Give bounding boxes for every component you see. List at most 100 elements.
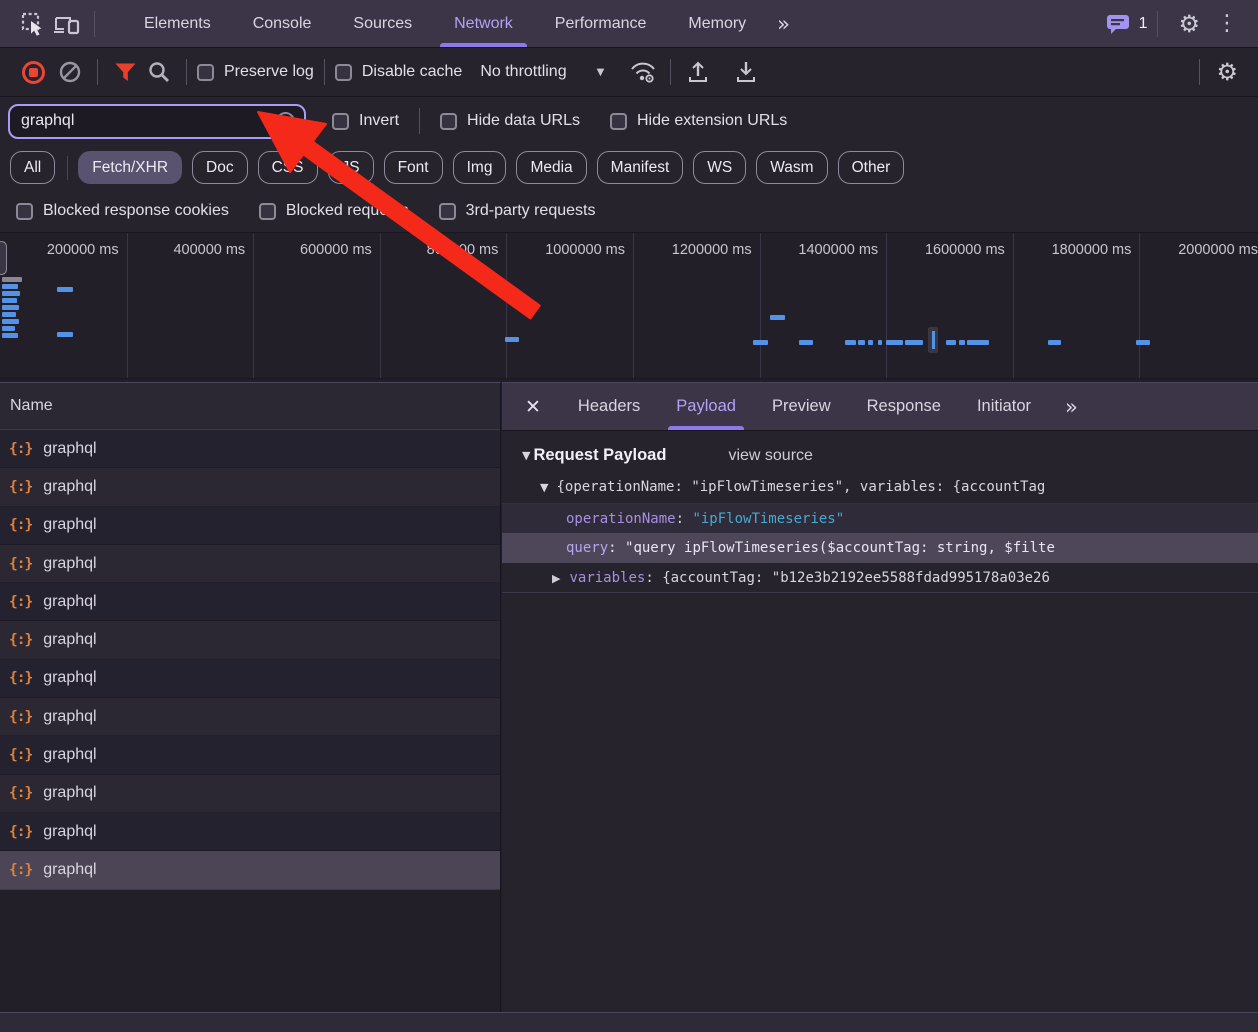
disable-cache-label[interactable]: Disable cache	[362, 63, 463, 81]
filter-chip-wasm[interactable]: Wasm	[756, 151, 827, 184]
preserve-log-checkbox[interactable]	[197, 64, 214, 81]
json-braces-icon: {:}	[9, 479, 32, 495]
tab-network[interactable]: Network	[433, 0, 534, 47]
throttling-dropdown-icon[interactable]: ▼	[597, 67, 605, 78]
blocked-response-cookies-label[interactable]: Blocked response cookies	[43, 202, 229, 220]
filter-chip-media[interactable]: Media	[516, 151, 586, 184]
filter-chip-js[interactable]: JS	[328, 151, 374, 184]
record-network-log-button[interactable]	[22, 61, 45, 84]
search-icon[interactable]	[142, 55, 176, 89]
status-bar	[0, 1012, 1258, 1032]
request-row[interactable]: {:}graphql	[0, 851, 500, 889]
detail-tab-headers[interactable]: Headers	[560, 383, 658, 430]
payload-separator: :	[645, 570, 662, 586]
payload-row-operation-name[interactable]: operationName: "ipFlowTimeseries"	[502, 503, 1258, 533]
request-row[interactable]: {:}graphql	[0, 698, 500, 736]
waterfall-overview[interactable]: 200000 ms400000 ms600000 ms800000 ms1000…	[0, 233, 1258, 379]
payload-key: operationName	[566, 511, 676, 527]
more-panels-icon[interactable]: »	[767, 12, 798, 36]
close-detail-icon[interactable]: ✕	[502, 396, 560, 418]
tab-sources[interactable]: Sources	[332, 0, 433, 47]
network-settings-gear-icon[interactable]: ⚙	[1210, 60, 1244, 84]
divider	[186, 59, 187, 85]
filter-chip-doc[interactable]: Doc	[192, 151, 248, 184]
tab-performance[interactable]: Performance	[534, 0, 668, 47]
request-row[interactable]: {:}graphql	[0, 583, 500, 621]
issues-counter[interactable]: 1	[1106, 13, 1148, 35]
import-har-icon[interactable]	[681, 55, 715, 89]
waterfall-bar	[858, 340, 865, 345]
detail-tab-payload[interactable]: Payload	[658, 383, 754, 430]
timeline-tick-label: 400000 ms	[125, 242, 245, 258]
detail-tabs: HeadersPayloadPreviewResponseInitiator	[560, 383, 1049, 430]
request-row[interactable]: {:}graphql	[0, 621, 500, 659]
filter-input[interactable]	[21, 112, 276, 130]
payload-string-value: "ipFlowTimeseries"	[692, 511, 844, 527]
hide-extension-urls-label[interactable]: Hide extension URLs	[637, 112, 787, 130]
name-column-header[interactable]: Name	[0, 383, 500, 430]
waterfall-bar	[845, 340, 856, 345]
payload-row-variables[interactable]: ▶variables: {accountTag: "b12e3b2192ee55…	[502, 563, 1258, 593]
preserve-log-label[interactable]: Preserve log	[224, 63, 314, 81]
filter-chip-img[interactable]: Img	[453, 151, 507, 184]
tab-memory[interactable]: Memory	[667, 0, 767, 47]
payload-key: query	[566, 540, 608, 556]
request-row[interactable]: {:}graphql	[0, 736, 500, 774]
filter-chip-ws[interactable]: WS	[693, 151, 746, 184]
waterfall-bar	[959, 340, 965, 345]
request-row[interactable]: {:} graphql	[0, 813, 500, 851]
device-toolbar-icon[interactable]	[50, 7, 84, 41]
payload-row-query-selected[interactable]: query: "query ipFlowTimeseries($accountT…	[502, 533, 1258, 563]
more-detail-tabs-icon[interactable]: »	[1055, 395, 1086, 419]
waterfall-bar	[905, 340, 923, 345]
3rd-party-requests-checkbox[interactable]	[439, 203, 456, 220]
request-row[interactable]: {:}graphql	[0, 545, 500, 583]
request-row[interactable]: {:}graphql	[0, 507, 500, 545]
clear-network-log-icon[interactable]	[53, 55, 87, 89]
settings-gear-icon[interactable]: ⚙	[1168, 12, 1210, 36]
blocked-response-cookies-checkbox[interactable]	[16, 203, 33, 220]
disable-cache-checkbox[interactable]	[335, 64, 352, 81]
detail-tab-preview[interactable]: Preview	[754, 383, 849, 430]
request-payload-section-header[interactable]: ▼ Request Payload view source	[502, 431, 1258, 469]
filter-chip-all[interactable]: All	[10, 151, 55, 184]
3rd-party-requests-label[interactable]: 3rd-party requests	[466, 202, 596, 220]
filter-funnel-icon[interactable]	[108, 55, 142, 89]
tab-elements[interactable]: Elements	[123, 0, 232, 47]
divider	[324, 59, 325, 85]
filter-chip-css[interactable]: CSS	[258, 151, 318, 184]
invert-label[interactable]: Invert	[359, 112, 399, 130]
hide-data-urls-label[interactable]: Hide data URLs	[467, 112, 580, 130]
request-name: graphql	[43, 823, 96, 841]
hide-extension-urls-checkbox[interactable]	[610, 113, 627, 130]
json-braces-icon: {:}	[9, 709, 32, 725]
waterfall-bar	[2, 319, 19, 324]
invert-checkbox[interactable]	[332, 113, 349, 130]
request-row[interactable]: {:}graphql	[0, 775, 500, 813]
request-name: graphql	[43, 440, 96, 458]
detail-tab-response[interactable]: Response	[849, 383, 959, 430]
throttling-select[interactable]: No throttling	[480, 63, 566, 81]
filter-chip-font[interactable]: Font	[384, 151, 443, 184]
detail-tab-initiator[interactable]: Initiator	[959, 383, 1049, 430]
blocked-requests-label[interactable]: Blocked requests	[286, 202, 409, 220]
network-conditions-icon[interactable]	[626, 55, 660, 89]
export-har-icon[interactable]	[729, 55, 763, 89]
filter-chip-other[interactable]: Other	[838, 151, 905, 184]
menu-kebab-icon[interactable]: ⋮	[1210, 11, 1244, 36]
request-row[interactable]: {:}graphql	[0, 430, 500, 468]
hide-data-urls-checkbox[interactable]	[440, 113, 457, 130]
inspect-element-icon[interactable]	[16, 7, 50, 41]
filter-chip-fetch-xhr[interactable]: Fetch/XHR	[78, 151, 182, 184]
request-row[interactable]: {:}graphql	[0, 660, 500, 698]
filter-chip-manifest[interactable]: Manifest	[597, 151, 684, 184]
json-braces-icon: {:}	[9, 824, 32, 840]
blocked-requests-checkbox[interactable]	[259, 203, 276, 220]
view-source-link[interactable]: view source	[728, 447, 812, 465]
waterfall-bar	[967, 340, 989, 345]
clear-filter-icon[interactable]: ✕	[276, 112, 295, 131]
tab-console[interactable]: Console	[232, 0, 333, 47]
timeline-tick-label: 2000000 ms	[1138, 242, 1258, 258]
request-row[interactable]: {:}graphql	[0, 468, 500, 506]
payload-summary-row[interactable]: ▼{operationName: "ipFlowTimeseries", var…	[502, 469, 1258, 503]
